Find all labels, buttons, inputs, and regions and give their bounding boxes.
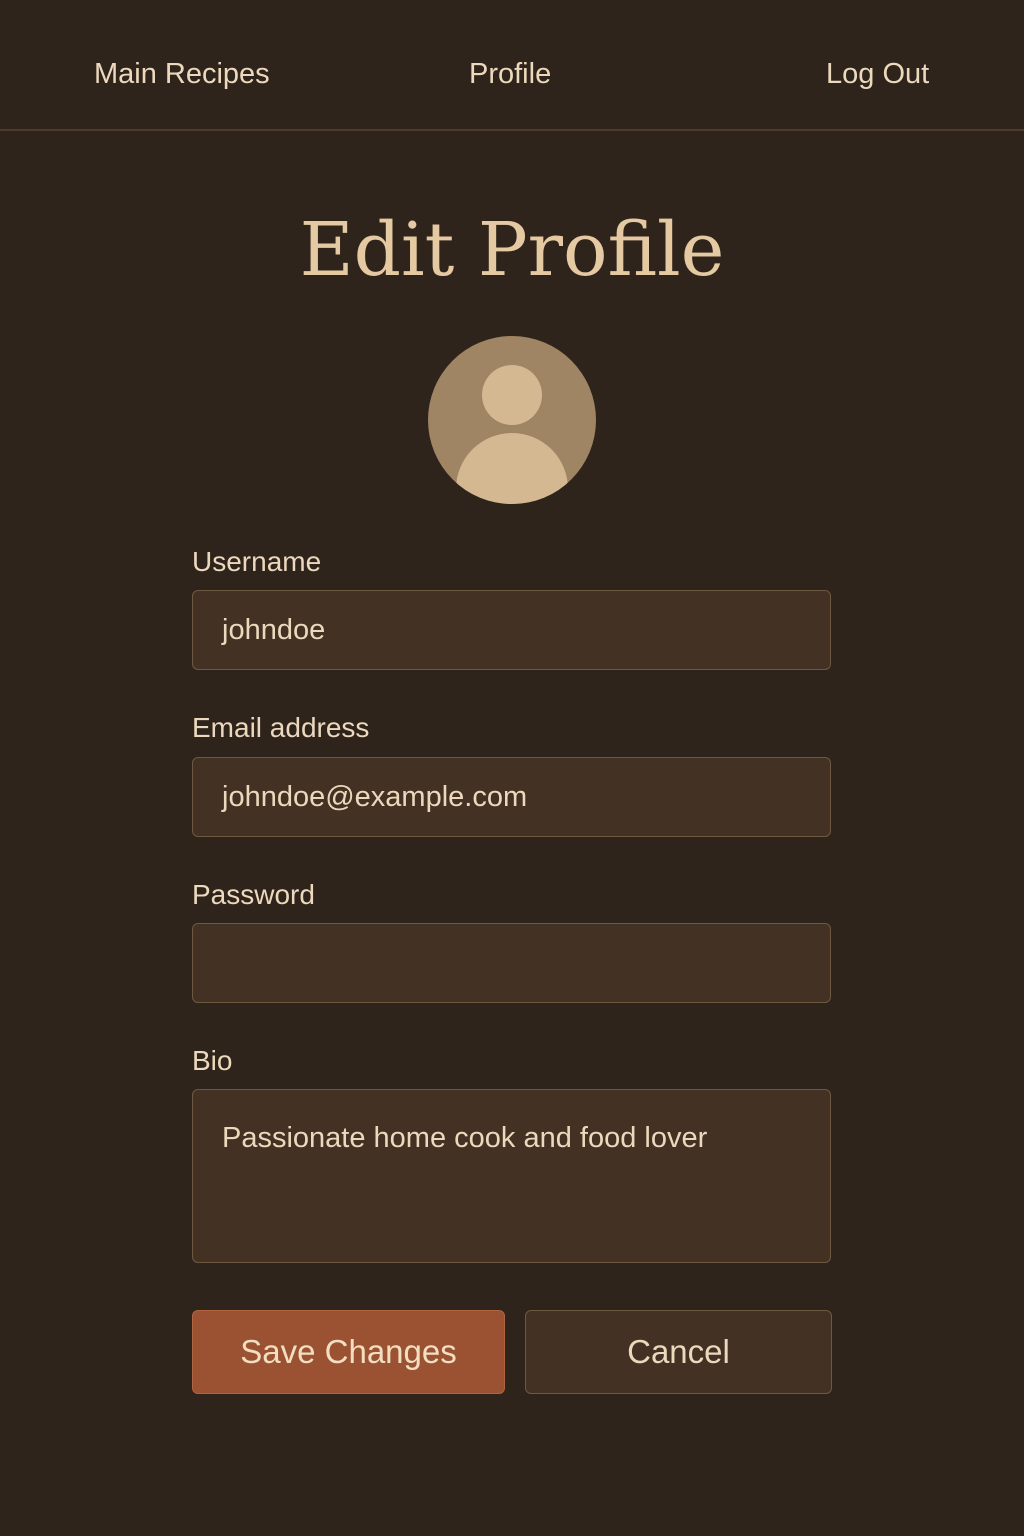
user-silhouette-shoulders <box>456 433 568 504</box>
bio-textarea[interactable]: Passionate home cook and food lover <box>192 1089 831 1263</box>
avatar[interactable] <box>428 336 596 504</box>
bio-label: Bio <box>192 1045 233 1076</box>
nav-profile-link[interactable]: Profile <box>469 56 551 92</box>
nav-log-out-link[interactable]: Log Out <box>826 56 929 92</box>
password-field[interactable] <box>192 923 831 1003</box>
username-label: Username <box>192 546 322 577</box>
top-navigation: Main Recipes Profile Log Out <box>0 0 1024 131</box>
email-field[interactable]: johndoe@example.com <box>192 757 831 837</box>
username-field[interactable]: johndoe <box>192 590 831 670</box>
password-label: Password <box>192 879 315 910</box>
page-title: Edit Profile <box>299 207 725 293</box>
nav-main-recipes-link[interactable]: Main Recipes <box>94 56 270 92</box>
email-label: Email address <box>192 712 370 743</box>
save-changes-button[interactable]: Save Changes <box>192 1310 505 1394</box>
cancel-button[interactable]: Cancel <box>525 1310 832 1394</box>
user-silhouette-icon <box>482 365 542 425</box>
